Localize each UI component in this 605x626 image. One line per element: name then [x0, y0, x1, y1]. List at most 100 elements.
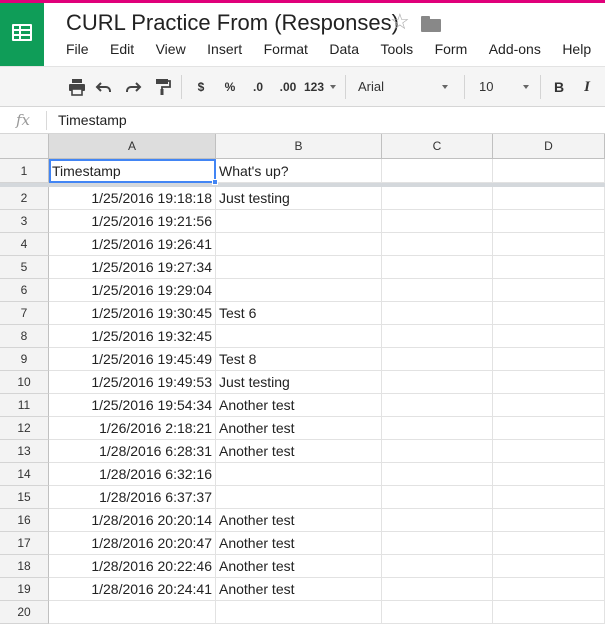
cell-b-20[interactable] — [216, 601, 382, 624]
cell-a-9[interactable]: 1/25/2016 19:45:49 — [49, 348, 216, 371]
cell-a-2[interactable]: 1/25/2016 19:18:18 — [49, 187, 216, 210]
row-header[interactable]: 2 — [0, 187, 49, 210]
column-header-d[interactable]: D — [493, 134, 605, 159]
cell-c-10[interactable] — [382, 371, 493, 394]
paint-format-icon[interactable] — [153, 77, 171, 97]
row-header[interactable]: 4 — [0, 233, 49, 256]
cell-b-12[interactable]: Another test — [216, 417, 382, 440]
italic-button[interactable]: I — [580, 77, 594, 97]
menu-data[interactable]: Data — [329, 41, 359, 57]
cell-c-6[interactable] — [382, 279, 493, 302]
cell-a-1[interactable]: Timestamp — [49, 159, 216, 183]
cell-a-14[interactable]: 1/28/2016 6:32:16 — [49, 463, 216, 486]
increase-decimals-button[interactable]: .00 — [276, 77, 300, 97]
cell-c-3[interactable] — [382, 210, 493, 233]
cell-d-18[interactable] — [493, 555, 605, 578]
cell-d-17[interactable] — [493, 532, 605, 555]
formula-input[interactable]: Timestamp — [58, 112, 127, 128]
cell-b-3[interactable] — [216, 210, 382, 233]
folder-icon[interactable] — [421, 16, 441, 32]
cell-c-18[interactable] — [382, 555, 493, 578]
cell-a-17[interactable]: 1/28/2016 20:20:47 — [49, 532, 216, 555]
cell-b-8[interactable] — [216, 325, 382, 348]
cell-d-20[interactable] — [493, 601, 605, 624]
row-header[interactable]: 15 — [0, 486, 49, 509]
font-size-chevron-down-icon[interactable] — [523, 85, 529, 89]
cell-c-13[interactable] — [382, 440, 493, 463]
cell-a-19[interactable]: 1/28/2016 20:24:41 — [49, 578, 216, 601]
cell-c-8[interactable] — [382, 325, 493, 348]
row-header[interactable]: 14 — [0, 463, 49, 486]
row-header[interactable]: 16 — [0, 509, 49, 532]
cell-a-4[interactable]: 1/25/2016 19:26:41 — [49, 233, 216, 256]
menu-help[interactable]: Help — [562, 41, 591, 57]
cell-c-1[interactable] — [382, 159, 493, 183]
font-family-dropdown[interactable]: Arial — [358, 77, 438, 97]
bold-button[interactable]: B — [552, 77, 566, 97]
cell-a-20[interactable] — [49, 601, 216, 624]
cell-d-2[interactable] — [493, 187, 605, 210]
more-formats-button[interactable]: 123 — [302, 77, 326, 97]
column-header-b[interactable]: B — [216, 134, 382, 159]
cell-b-15[interactable] — [216, 486, 382, 509]
cell-d-9[interactable] — [493, 348, 605, 371]
cell-d-11[interactable] — [493, 394, 605, 417]
percent-format-button[interactable]: % — [222, 77, 238, 97]
cell-d-10[interactable] — [493, 371, 605, 394]
print-icon[interactable] — [68, 77, 86, 97]
cell-c-17[interactable] — [382, 532, 493, 555]
cell-a-3[interactable]: 1/25/2016 19:21:56 — [49, 210, 216, 233]
menu-insert[interactable]: Insert — [207, 41, 242, 57]
menu-edit[interactable]: Edit — [110, 41, 134, 57]
cell-c-4[interactable] — [382, 233, 493, 256]
cell-d-6[interactable] — [493, 279, 605, 302]
cell-a-10[interactable]: 1/25/2016 19:49:53 — [49, 371, 216, 394]
menu-tools[interactable]: Tools — [380, 41, 413, 57]
cell-c-20[interactable] — [382, 601, 493, 624]
cell-c-7[interactable] — [382, 302, 493, 325]
cell-b-5[interactable] — [216, 256, 382, 279]
redo-icon[interactable] — [124, 77, 142, 97]
row-header[interactable]: 7 — [0, 302, 49, 325]
cell-b-6[interactable] — [216, 279, 382, 302]
cell-d-14[interactable] — [493, 463, 605, 486]
fill-handle[interactable] — [212, 179, 218, 185]
cell-a-16[interactable]: 1/28/2016 20:20:14 — [49, 509, 216, 532]
cell-d-5[interactable] — [493, 256, 605, 279]
cell-a-7[interactable]: 1/25/2016 19:30:45 — [49, 302, 216, 325]
cell-a-15[interactable]: 1/28/2016 6:37:37 — [49, 486, 216, 509]
star-icon[interactable]: ☆ — [390, 11, 410, 33]
cell-a-8[interactable]: 1/25/2016 19:32:45 — [49, 325, 216, 348]
cell-c-12[interactable] — [382, 417, 493, 440]
cell-c-9[interactable] — [382, 348, 493, 371]
cell-a-6[interactable]: 1/25/2016 19:29:04 — [49, 279, 216, 302]
cell-d-8[interactable] — [493, 325, 605, 348]
cell-c-16[interactable] — [382, 509, 493, 532]
cell-d-1[interactable] — [493, 159, 605, 183]
row-header[interactable]: 11 — [0, 394, 49, 417]
menu-file[interactable]: File — [66, 41, 89, 57]
cell-d-13[interactable] — [493, 440, 605, 463]
row-header[interactable]: 5 — [0, 256, 49, 279]
cell-a-11[interactable]: 1/25/2016 19:54:34 — [49, 394, 216, 417]
cell-d-4[interactable] — [493, 233, 605, 256]
decrease-decimals-button[interactable]: .0 — [248, 77, 268, 97]
row-header[interactable]: 3 — [0, 210, 49, 233]
cell-b-4[interactable] — [216, 233, 382, 256]
cell-d-12[interactable] — [493, 417, 605, 440]
more-formats-chevron-down-icon[interactable] — [330, 85, 336, 89]
cell-d-7[interactable] — [493, 302, 605, 325]
font-chevron-down-icon[interactable] — [442, 85, 448, 89]
row-header[interactable]: 18 — [0, 555, 49, 578]
cell-c-11[interactable] — [382, 394, 493, 417]
cell-a-13[interactable]: 1/28/2016 6:28:31 — [49, 440, 216, 463]
row-header[interactable]: 10 — [0, 371, 49, 394]
cell-b-11[interactable]: Another test — [216, 394, 382, 417]
font-size-dropdown[interactable]: 10 — [479, 77, 515, 97]
cell-b-1[interactable]: What's up? — [216, 159, 382, 183]
cell-c-2[interactable] — [382, 187, 493, 210]
row-header[interactable]: 13 — [0, 440, 49, 463]
cell-d-19[interactable] — [493, 578, 605, 601]
cell-b-2[interactable]: Just testing — [216, 187, 382, 210]
cell-b-14[interactable] — [216, 463, 382, 486]
